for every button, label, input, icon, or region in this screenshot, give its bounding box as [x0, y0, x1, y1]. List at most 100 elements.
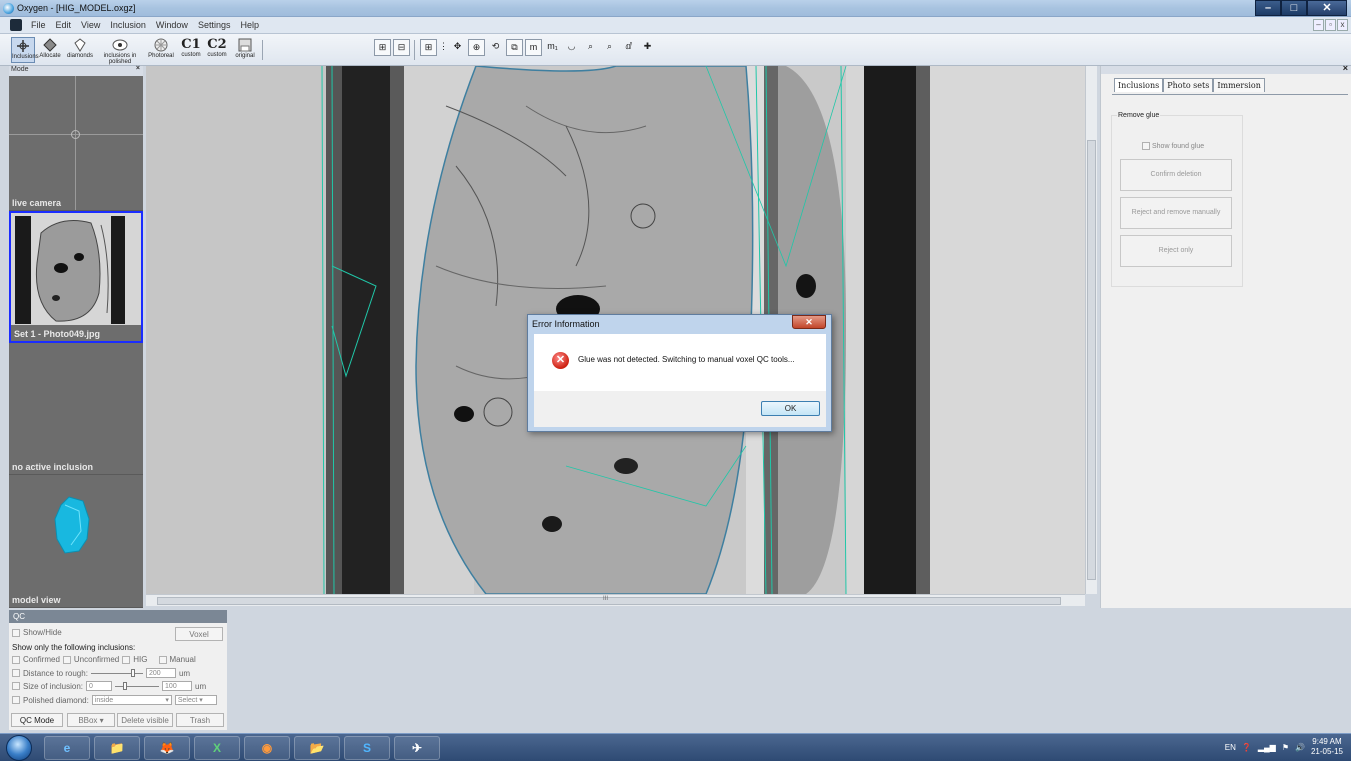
measure-button[interactable]: m	[525, 39, 542, 56]
mdi-minimize-button[interactable]: –	[1313, 19, 1324, 31]
taskbar-folder[interactable]: 📂	[294, 736, 340, 760]
tool-diamonds[interactable]: diamonds	[66, 37, 94, 63]
distance-slider-handle[interactable]	[130, 668, 135, 677]
size-slider[interactable]	[115, 681, 160, 690]
eye-icon[interactable]: ◡	[563, 39, 580, 56]
tool-custom-c1[interactable]: C1 custom	[180, 37, 202, 63]
taskbar-excel[interactable]: X	[194, 736, 240, 760]
tool-custom-c2[interactable]: C2 custom	[206, 37, 228, 63]
measure-alt-icon[interactable]: m₁	[544, 39, 561, 56]
show-hide-checkbox[interactable]	[12, 628, 20, 637]
panel-close-icon[interactable]: ×	[1343, 63, 1348, 73]
rotate-icon[interactable]: ⟲	[487, 39, 504, 56]
tool-label: custom	[181, 52, 201, 58]
network-icon[interactable]: ▂▄▆	[1258, 743, 1276, 752]
polished-checkbox[interactable]	[12, 696, 20, 704]
mode-panel-close-icon[interactable]: ×	[136, 65, 140, 72]
clock[interactable]: 9:49 AM 21-05-15	[1311, 737, 1343, 757]
voxel-button[interactable]: Voxel	[175, 627, 223, 641]
thumb-live-camera[interactable]: live camera	[9, 76, 143, 211]
polished-dropdown[interactable]: inside ▾	[91, 695, 172, 705]
confirmed-checkbox[interactable]	[12, 655, 20, 664]
crosshair-icon[interactable]: ✚	[639, 39, 656, 56]
menu-inclusion[interactable]: Inclusion	[105, 20, 151, 30]
tool-allocate[interactable]: Allocate	[38, 37, 62, 63]
move-icon[interactable]: ✥	[449, 39, 466, 56]
size-slider-handle[interactable]	[123, 681, 128, 690]
qc-mode-button[interactable]: QC Mode	[11, 713, 63, 727]
tool-original[interactable]: original	[232, 37, 258, 63]
flag-icon[interactable]: ⚑	[1282, 743, 1289, 752]
taskbar-ie[interactable]: e	[44, 736, 90, 760]
bbox-dropdown[interactable]: BBox ▾	[67, 713, 115, 727]
layout-split-button[interactable]: ⊟	[393, 39, 410, 56]
thumb-model-view[interactable]: model view	[9, 475, 143, 608]
show-hide-row[interactable]: Show/Hide	[12, 628, 62, 637]
clock-time: 9:49 AM	[1312, 737, 1342, 746]
taskbar-explorer[interactable]: 📁	[94, 736, 140, 760]
tool-inclusions-in-polished[interactable]: inclusions in polished	[96, 37, 144, 65]
reject-only-button[interactable]: Reject only	[1120, 235, 1232, 267]
pan-button[interactable]: ⊕	[468, 39, 485, 56]
menu-edit[interactable]: Edit	[51, 20, 77, 30]
help-icon[interactable]: ❓	[1242, 743, 1252, 752]
zoom-in-icon[interactable]: ⌕	[582, 39, 599, 56]
distance-checkbox[interactable]	[12, 669, 20, 677]
size-max-input[interactable]: 100	[162, 681, 193, 691]
thumb-photo[interactable]: Set 1 - Photo049.jpg	[9, 211, 143, 343]
menu-settings[interactable]: Settings	[193, 20, 236, 30]
maximize-button[interactable]: □	[1281, 0, 1307, 16]
tool-photoreal[interactable]: Photoreal	[146, 37, 176, 63]
show-found-glue-checkbox[interactable]	[1142, 142, 1150, 150]
delete-visible-button[interactable]: Delete visible	[117, 713, 173, 727]
distance-slider[interactable]	[90, 668, 143, 677]
vertical-scroll-thumb[interactable]	[1087, 140, 1096, 580]
confirm-deletion-button[interactable]: Confirm deletion	[1120, 159, 1232, 191]
mode-panel-header: Mode ×	[9, 65, 143, 76]
language-indicator[interactable]: EN	[1225, 743, 1236, 752]
menu-help[interactable]: Help	[235, 20, 264, 30]
taskbar-app[interactable]: ◉	[244, 736, 290, 760]
trash-button[interactable]: Trash	[176, 713, 224, 727]
tab-inclusions[interactable]: Inclusions	[1114, 78, 1164, 92]
vertical-scrollbar[interactable]	[1085, 66, 1097, 594]
start-button[interactable]	[6, 735, 32, 761]
fit-view-button[interactable]: ⧉	[506, 39, 523, 56]
allocate-icon	[43, 38, 57, 52]
show-found-glue-row[interactable]: Show found glue	[1142, 142, 1204, 150]
glasses-icon[interactable]: ⅆ	[620, 39, 637, 56]
dialog-close-button[interactable]: ✕	[792, 315, 826, 329]
menu-file[interactable]: File	[26, 20, 51, 30]
zoom-out-icon[interactable]: ⌕	[601, 39, 618, 56]
tool-label: original	[235, 53, 255, 59]
taskbar-skype[interactable]: S	[344, 736, 390, 760]
volume-icon[interactable]: 🔊	[1295, 743, 1305, 752]
tab-immersion[interactable]: Immersion	[1213, 78, 1265, 92]
distance-input[interactable]: 200	[145, 668, 176, 678]
grid-view-button[interactable]: ⊞	[420, 39, 437, 56]
minimize-button[interactable]: –	[1255, 0, 1281, 16]
select-dropdown[interactable]: Select ▾	[174, 695, 217, 705]
menu-view[interactable]: View	[76, 20, 105, 30]
size-min-input[interactable]: 0	[86, 681, 113, 691]
taskbar-firefox[interactable]: 🦊	[144, 736, 190, 760]
horizontal-scroll-thumb[interactable]: III	[157, 596, 1061, 605]
close-button[interactable]: ✕	[1307, 0, 1347, 16]
horizontal-scrollbar[interactable]: III	[146, 594, 1085, 606]
save-icon	[238, 38, 252, 52]
ok-button[interactable]: OK	[761, 401, 820, 416]
size-checkbox[interactable]	[12, 682, 20, 690]
hig-checkbox[interactable]	[122, 655, 131, 664]
mdi-restore-button[interactable]: ▫	[1325, 19, 1336, 31]
taskbar-oxygen[interactable]: ✈	[394, 736, 440, 760]
tool-inclusions[interactable]: Inclusions	[11, 37, 39, 63]
thumb-no-active-inclusion[interactable]: no active inclusion	[9, 343, 143, 475]
unconfirmed-checkbox[interactable]	[62, 655, 71, 664]
layout-grid-button[interactable]: ⊞	[374, 39, 391, 56]
view-tools: ⊞ ⋮ ✥ ⊕ ⟲ ⧉ m m₁ ◡ ⌕ ⌕ ⅆ ✚	[420, 39, 656, 56]
reject-and-remove-manually-button[interactable]: Reject and remove manually	[1120, 197, 1232, 229]
menu-window[interactable]: Window	[151, 20, 193, 30]
mdi-close-button[interactable]: x	[1337, 19, 1348, 31]
tab-photo-sets[interactable]: Photo sets	[1163, 78, 1214, 92]
manual-checkbox[interactable]	[158, 655, 167, 664]
